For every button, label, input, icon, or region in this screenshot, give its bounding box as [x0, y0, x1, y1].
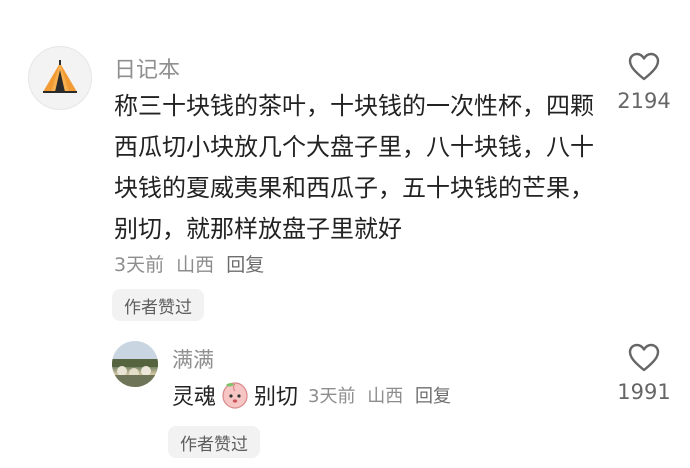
comment-thread: 日记本 称三十块钱的茶叶，十块钱的一次性杯，四颗西瓜切小块放几个大盘子里，八十块… — [0, 0, 690, 468]
peach-face-emoji-icon — [222, 382, 248, 409]
like-button[interactable]: 2194 — [606, 52, 682, 113]
author-liked-badge: 作者赞过 — [112, 289, 204, 321]
heart-outline-icon — [628, 52, 660, 81]
tent-icon — [43, 60, 77, 93]
reply-author[interactable]: 满满 — [172, 344, 214, 374]
reply-text-before: 灵魂 — [172, 385, 217, 410]
reply-meta: 3天前 山西 回复 — [308, 382, 457, 408]
reply-location: 山西 — [367, 386, 404, 407]
avatar-photo-icon — [112, 341, 158, 387]
reply-button[interactable]: 回复 — [415, 386, 451, 407]
comment-text: 称三十块钱的茶叶，十块钱的一次性杯，四颗西瓜切小块放几个大盘子里，八十块钱，八十… — [114, 92, 594, 243]
comment-author[interactable]: 日记本 — [114, 52, 180, 84]
avatar[interactable] — [28, 46, 92, 110]
comment-time: 3天前 — [114, 254, 165, 276]
reply-text-after: 别切 — [254, 385, 299, 410]
reply-content: 灵魂 别切 3天前 山西 回复 — [172, 379, 457, 411]
author-liked-badge: 作者赞过 — [168, 426, 260, 458]
comment-location: 山西 — [176, 254, 215, 276]
like-count: 1991 — [617, 380, 671, 404]
reply-button[interactable]: 回复 — [226, 254, 264, 276]
like-button[interactable]: 1991 — [606, 343, 682, 404]
avatar[interactable] — [112, 341, 158, 387]
comment-meta: 3天前 山西 回复 — [114, 250, 270, 277]
like-count: 2194 — [617, 89, 671, 113]
heart-outline-icon — [628, 343, 660, 372]
reply-time: 3天前 — [308, 386, 356, 407]
